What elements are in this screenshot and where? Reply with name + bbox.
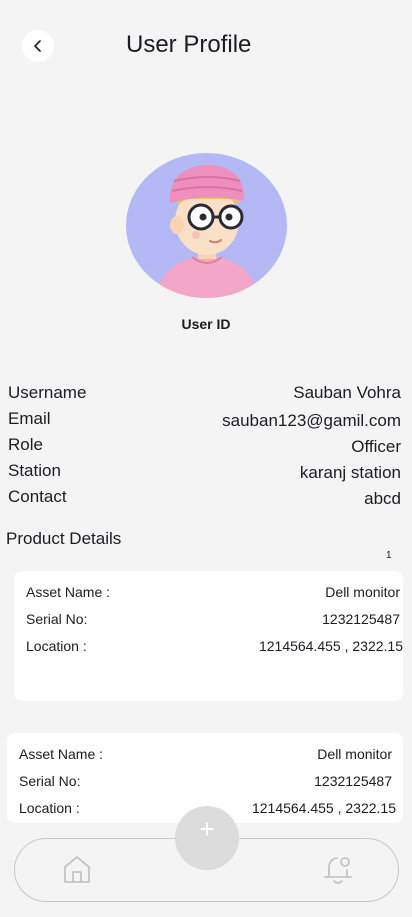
role-value: Officer [351, 437, 401, 456]
product-page-count: 1 [386, 550, 392, 561]
add-fab-button[interactable]: + [175, 806, 239, 870]
asset-name-value: Dell monitor [325, 584, 400, 600]
info-row-username: Username Sauban Vohra [8, 381, 401, 405]
info-row-role: Role Officer [8, 433, 401, 457]
plus-icon: + [199, 814, 215, 844]
nav-notifications-button[interactable] [320, 851, 356, 887]
email-label: Email [8, 409, 51, 428]
asset-name-row: Asset Name : Dell monitor [19, 746, 392, 762]
back-button[interactable] [22, 30, 54, 62]
station-value: karanj station [299, 463, 401, 482]
contact-value: abcd [364, 489, 401, 508]
nav-home-button[interactable] [59, 851, 95, 887]
station-label: Station [8, 461, 61, 480]
email-value: sauban123@gamil.com [222, 411, 401, 430]
serial-no-value: 1232125487 [322, 611, 400, 627]
page-title: User Profile [126, 31, 252, 58]
role-label: Role [8, 435, 43, 454]
avatar [126, 153, 287, 298]
asset-name-value: Dell monitor [317, 746, 392, 762]
info-row-email: Email sauban123@gamil.com [8, 407, 401, 431]
serial-no-value: 1232125487 [314, 773, 392, 789]
contact-label: Contact [8, 487, 67, 506]
back-arrow-icon [34, 40, 41, 52]
info-row-station: Station karanj station [8, 459, 401, 483]
serial-no-label: Serial No: [26, 611, 88, 627]
location-label: Location : [19, 800, 80, 816]
product-card[interactable]: Asset Name : Dell monitor Serial No: 123… [14, 571, 403, 701]
asset-name-label: Asset Name : [19, 746, 104, 762]
location-row: Location : 1214564.455 , 2322.15 [26, 638, 403, 654]
location-value: 1214564.455 , 2322.15 [251, 800, 396, 816]
serial-no-label: Serial No: [19, 773, 81, 789]
username-label: Username [8, 383, 87, 402]
username-value: Sauban Vohra [293, 383, 401, 402]
product-details-title: Product Details [6, 529, 122, 548]
location-label: Location : [26, 638, 87, 654]
asset-name-row: Asset Name : Dell monitor [26, 584, 400, 600]
home-icon [64, 856, 90, 883]
asset-name-label: Asset Name : [26, 584, 111, 600]
location-value: 1214564.455 , 2322.15 [258, 638, 403, 654]
serial-no-row: Serial No: 1232125487 [26, 611, 400, 627]
serial-no-row: Serial No: 1232125487 [19, 773, 392, 789]
user-id-label: User ID [181, 316, 231, 332]
bell-icon [324, 857, 352, 884]
info-row-contact: Contact abcd [8, 485, 401, 509]
